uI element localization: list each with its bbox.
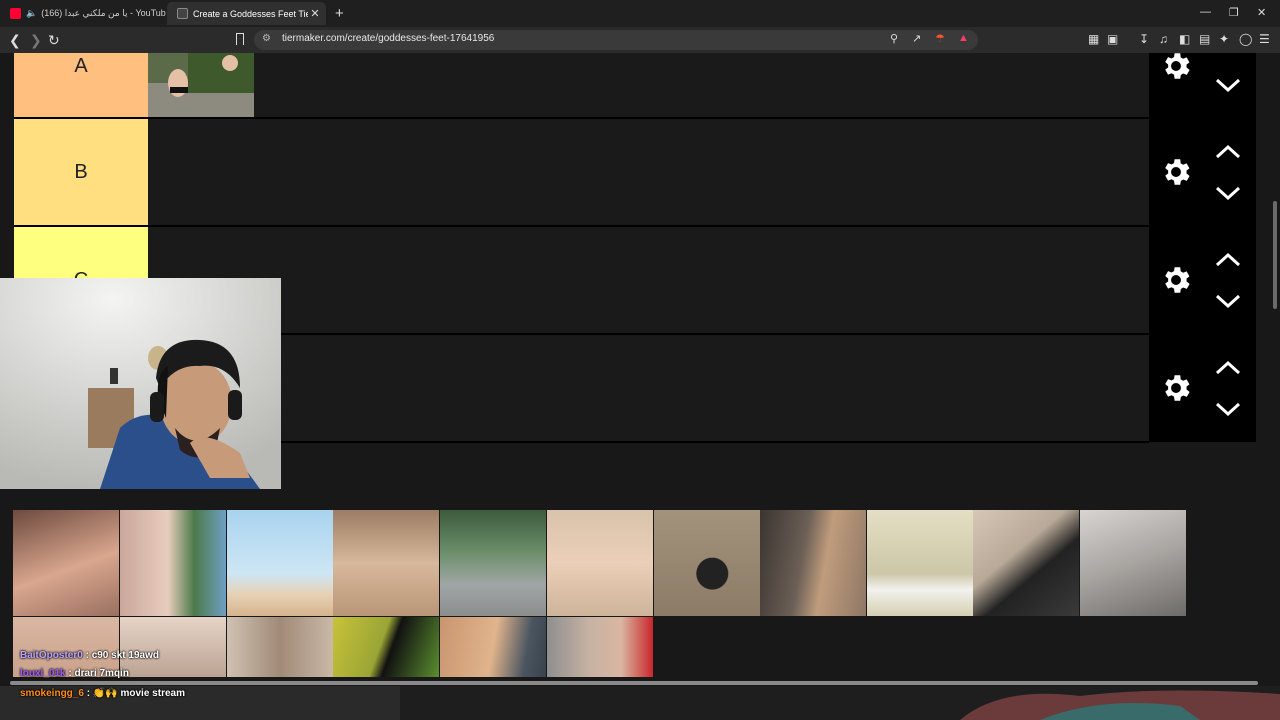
move-up-icon[interactable]: [1215, 360, 1241, 376]
scrollbar-thumb[interactable]: [1273, 201, 1277, 309]
gear-icon[interactable]: [1159, 371, 1193, 405]
tier-item-image[interactable]: [148, 53, 254, 117]
move-down-icon[interactable]: [1215, 77, 1241, 93]
tab-title: Create a Goddesses Feet Tier List: [193, 8, 308, 19]
webcam-overlay: [0, 278, 281, 489]
wallet-icon[interactable]: ▤: [1199, 32, 1210, 46]
media-icon[interactable]: ♫: [1159, 32, 1168, 46]
gear-icon[interactable]: [1159, 155, 1193, 189]
share-icon[interactable]: ↗: [912, 32, 921, 45]
youtube-icon: [10, 8, 21, 19]
bookmark-icon[interactable]: [236, 33, 244, 45]
tab-title: (166) يا من ملكني عبدا - YouTube: [41, 8, 166, 18]
close-window-button[interactable]: ✕: [1257, 6, 1266, 19]
pool-image[interactable]: [333, 617, 439, 677]
close-tab-icon[interactable]: ✕: [308, 7, 322, 20]
brave-shield-icon[interactable]: ☂: [935, 32, 945, 45]
screenshot-icon[interactable]: ▣: [1107, 32, 1118, 46]
tier-label[interactable]: B: [14, 119, 148, 225]
scrollbar-thumb[interactable]: [10, 681, 1258, 685]
menu-icon[interactable]: ☰: [1259, 32, 1270, 46]
pool-image[interactable]: [120, 617, 226, 677]
pool-image[interactable]: [760, 510, 866, 616]
zoom-icon[interactable]: ⚲: [890, 32, 898, 45]
chat-message: smokeingg_6 : 👏🙌 movie stream: [20, 688, 185, 699]
pool-image[interactable]: [440, 510, 546, 616]
restore-button[interactable]: ❐: [1229, 6, 1239, 19]
url-text: tiermaker.com/create/goddesses-feet-1764…: [282, 33, 495, 44]
pool-image[interactable]: [547, 617, 653, 677]
download-icon[interactable]: ↧: [1139, 32, 1149, 46]
browser-toolbar: ❮ ❯ ↻ ⚙ tiermaker.com/create/goddesses-f…: [0, 27, 1280, 53]
tier-controls: [1149, 53, 1256, 442]
pool-image[interactable]: [227, 617, 333, 677]
chat-message: louxi_01k : drari 7mqin: [20, 668, 129, 679]
gear-icon[interactable]: [1159, 53, 1193, 83]
tier-row-a: A: [14, 53, 1149, 119]
pool-image[interactable]: [227, 510, 333, 616]
pool-image[interactable]: [13, 510, 119, 616]
move-down-icon[interactable]: [1215, 401, 1241, 417]
pool-image[interactable]: [654, 510, 760, 616]
move-up-icon[interactable]: [1215, 144, 1241, 160]
stream-background-strip: smokeingg_6 : 👏🙌 movie stream: [0, 686, 1280, 720]
tab-bar: 🔈 (166) يا من ملكني عبدا - YouTube Creat…: [0, 0, 1280, 27]
site-info-icon[interactable]: ⚙: [262, 33, 271, 44]
tab-youtube[interactable]: 🔈 (166) يا من ملكني عبدا - YouTube: [6, 2, 166, 25]
vpn-shield-icon[interactable]: ◯: [1239, 32, 1252, 46]
move-down-icon[interactable]: [1215, 293, 1241, 309]
pool-image[interactable]: [333, 510, 439, 616]
extensions-icon[interactable]: ▦: [1088, 32, 1099, 46]
chat-message: BaitOposter0 : c90 skt 19awd: [20, 650, 159, 661]
brave-rewards-icon[interactable]: ▲: [958, 32, 969, 44]
pool-image[interactable]: [867, 510, 973, 616]
address-bar[interactable]: ⚙ tiermaker.com/create/goddesses-feet-17…: [254, 30, 978, 50]
speaker-icon[interactable]: 🔈: [26, 8, 37, 19]
pool-image[interactable]: [1080, 510, 1186, 616]
pool-image[interactable]: [973, 510, 1079, 616]
pool-image[interactable]: [547, 510, 653, 616]
pool-image[interactable]: [440, 617, 546, 677]
move-down-icon[interactable]: [1215, 185, 1241, 201]
minimize-button[interactable]: —: [1200, 6, 1211, 18]
move-up-icon[interactable]: [1215, 252, 1241, 268]
tiermaker-icon: [177, 8, 188, 19]
tier-row-b: B: [14, 119, 1149, 227]
sidebar-icon[interactable]: ◧: [1179, 32, 1190, 46]
tier-label[interactable]: A: [14, 53, 148, 117]
reload-icon[interactable]: ↻: [48, 32, 60, 49]
gear-icon[interactable]: [1159, 263, 1193, 297]
leo-ai-icon[interactable]: ✦: [1219, 32, 1229, 46]
new-tab-button[interactable]: +: [335, 5, 344, 22]
tab-tiermaker[interactable]: Create a Goddesses Feet Tier List ✕: [167, 2, 326, 25]
back-icon[interactable]: ❮: [9, 32, 21, 49]
vertical-scrollbar[interactable]: [1270, 53, 1280, 673]
forward-icon[interactable]: ❯: [30, 32, 42, 49]
pool-image[interactable]: [120, 510, 226, 616]
